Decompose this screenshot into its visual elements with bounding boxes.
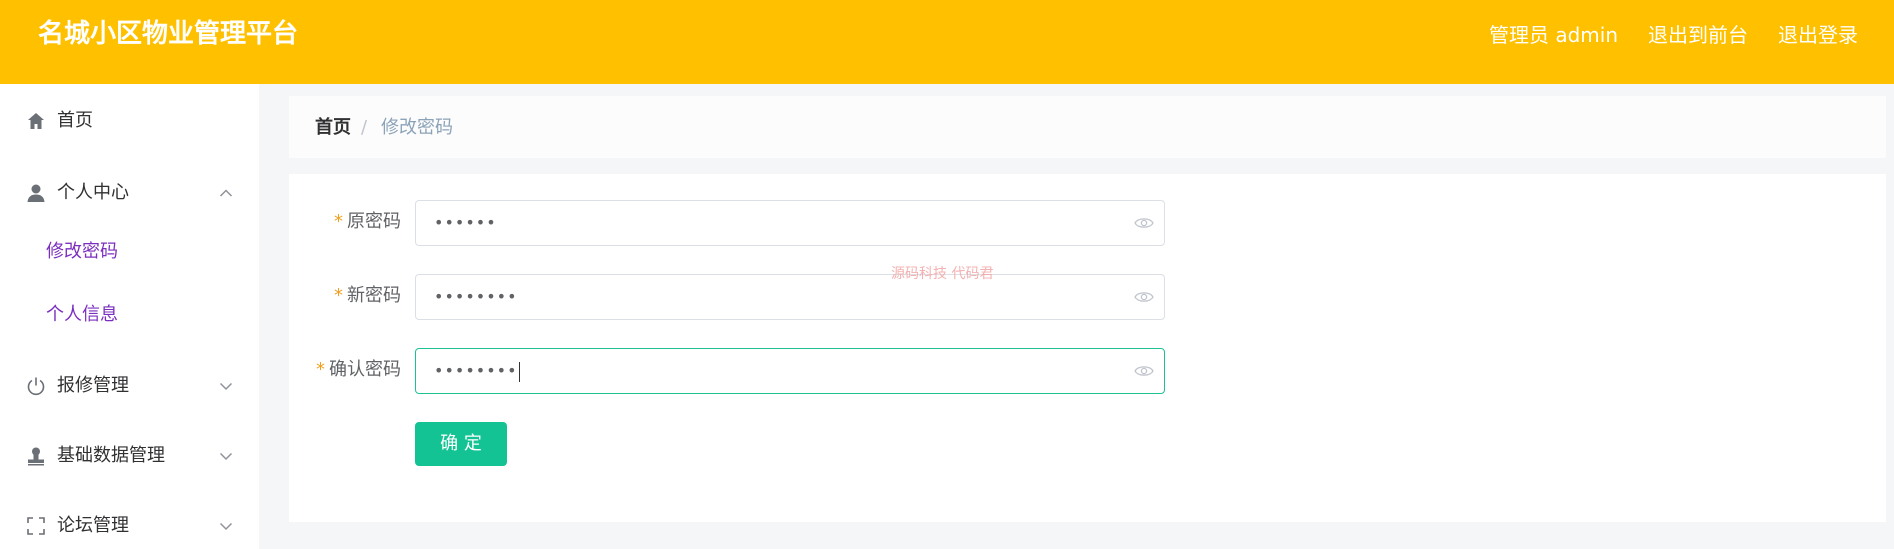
app-title: 名城小区物业管理平台: [38, 19, 299, 49]
logout-link[interactable]: 退出登录: [1778, 20, 1858, 50]
field-label-text: 原密码: [347, 211, 401, 232]
sidebar-item-home[interactable]: 首页: [0, 96, 259, 146]
breadcrumb-current: 修改密码: [381, 117, 453, 138]
stamp-icon: [28, 447, 44, 466]
input-value: ••••••••: [434, 361, 518, 380]
input-value-wrap: ••••••••: [434, 359, 520, 383]
power-icon: [27, 377, 45, 396]
sidebar-item-label: 首页: [57, 110, 93, 131]
form-row-new-password: * 新密码 ••••••••: [289, 274, 1189, 320]
input-value: ••••••••: [434, 287, 518, 306]
field-label-text: 确认密码: [329, 359, 401, 380]
required-mark: *: [334, 285, 343, 306]
chevron-down-icon: [219, 382, 233, 391]
sidebar-item-personal-center[interactable]: 个人中心: [0, 168, 259, 218]
sidebar-item-label: 个人中心: [57, 182, 129, 203]
new-password-input[interactable]: ••••••••: [415, 274, 1165, 320]
new-password-label: * 新密码: [289, 284, 401, 308]
required-mark: *: [334, 211, 343, 232]
watermark: 源码科技 代码君: [891, 266, 994, 282]
sidebar-item-forum-management[interactable]: 论坛管理: [0, 501, 259, 549]
sidebar-item-label: 论坛管理: [57, 515, 129, 536]
sidebar-item-label: 报修管理: [57, 375, 129, 396]
sidebar-subitem-label: 个人信息: [46, 304, 118, 325]
chevron-down-icon: [219, 522, 233, 531]
exit-to-frontend-link[interactable]: 退出到前台: [1648, 20, 1748, 50]
change-password-form: * 原密码 •••••• * 新密码 •••••••• * 确认密码 ••••••••: [289, 174, 1886, 522]
top-header: 名城小区物业管理平台 管理员 admin 退出到前台 退出登录: [0, 0, 1894, 84]
field-label-text: 新密码: [347, 285, 401, 306]
confirm-button[interactable]: 确 定: [415, 422, 507, 466]
confirm-password-input[interactable]: ••••••••: [415, 348, 1165, 394]
text-cursor: [518, 361, 520, 382]
sidebar: 首页 个人中心 修改密码 个人信息 报修管理 基础数据管理 论坛管理: [0, 84, 259, 549]
sidebar-subitem-personal-info[interactable]: 个人信息: [0, 295, 259, 335]
sidebar-subitem-label: 修改密码: [46, 241, 118, 262]
breadcrumb-separator: /: [361, 117, 368, 138]
sidebar-subitem-change-password[interactable]: 修改密码: [0, 232, 259, 272]
chevron-up-icon: [219, 189, 233, 197]
sidebar-item-basic-data-management[interactable]: 基础数据管理: [0, 431, 259, 481]
eye-icon[interactable]: [1134, 289, 1154, 305]
old-password-input[interactable]: ••••••: [415, 200, 1165, 246]
user-icon: [27, 184, 45, 202]
confirm-password-label: * 确认密码: [289, 358, 401, 382]
chevron-down-icon: [219, 452, 233, 461]
breadcrumb-home[interactable]: 首页: [315, 116, 351, 140]
home-icon: [28, 113, 44, 129]
breadcrumb: 首页 / 修改密码: [289, 96, 1886, 158]
admin-user-link[interactable]: 管理员 admin: [1489, 20, 1618, 50]
fullscreen-icon: [27, 517, 45, 535]
eye-icon[interactable]: [1134, 363, 1154, 379]
sidebar-item-label: 基础数据管理: [57, 445, 165, 466]
form-row-old-password: * 原密码 ••••••: [289, 200, 1189, 246]
form-row-confirm-password: * 确认密码 ••••••••: [289, 348, 1189, 394]
header-links: 管理员 admin 退出到前台 退出登录: [1489, 20, 1858, 50]
old-password-label: * 原密码: [289, 210, 401, 234]
sidebar-item-repair-management[interactable]: 报修管理: [0, 361, 259, 411]
required-mark: *: [316, 359, 325, 380]
eye-icon[interactable]: [1134, 215, 1154, 231]
input-value: ••••••: [434, 213, 497, 232]
